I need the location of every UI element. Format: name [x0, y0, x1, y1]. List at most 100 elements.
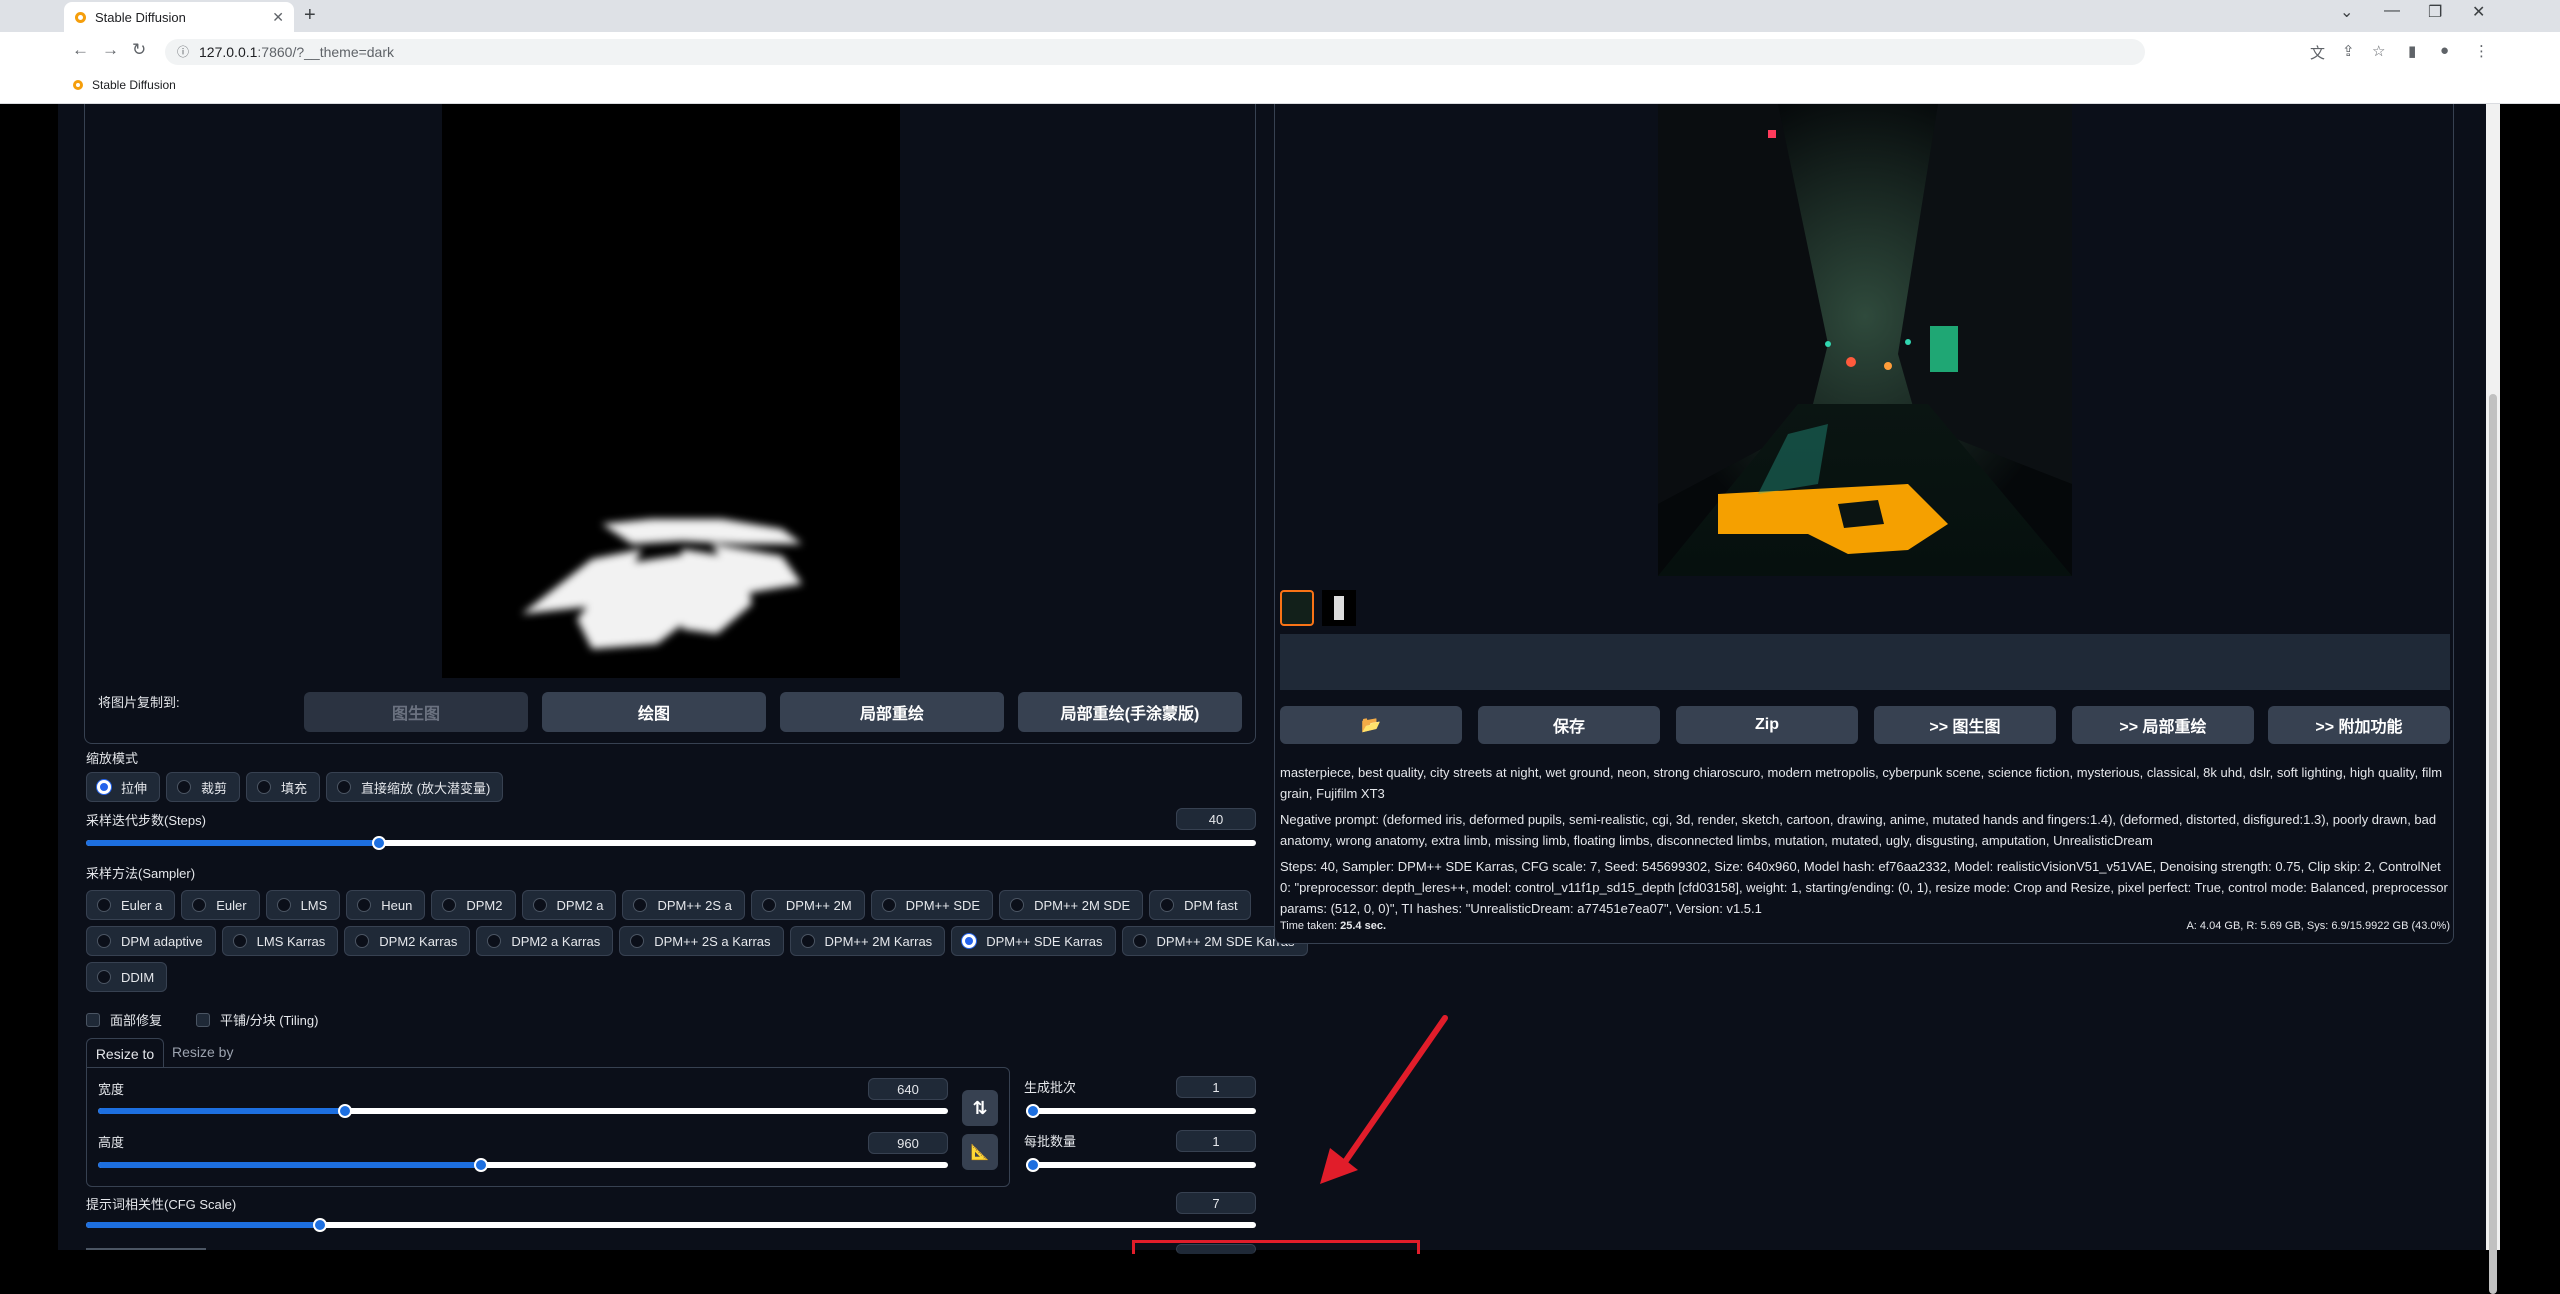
- back-icon[interactable]: ←: [72, 40, 89, 60]
- radio-label: DPM++ SDE Karras: [986, 933, 1103, 949]
- sampler-option[interactable]: DPM2 Karras: [344, 926, 471, 956]
- menu-kebab-icon[interactable]: ⋮: [2474, 42, 2489, 60]
- slider-handle[interactable]: [371, 836, 386, 850]
- sampler-option[interactable]: DPM2 a: [521, 890, 617, 920]
- sampler-option[interactable]: DPM++ SDE Karras: [951, 926, 1116, 956]
- sampler-option[interactable]: Euler a: [86, 890, 176, 920]
- open-folder-button[interactable]: 📂: [1280, 706, 1462, 744]
- minimize-icon[interactable]: —: [2384, 2, 2400, 20]
- share-icon[interactable]: ⇪: [2342, 42, 2355, 60]
- sampler-option[interactable]: DPM++ 2M Karras: [789, 926, 946, 956]
- cfg-scale-input[interactable]: 7: [1176, 1192, 1256, 1214]
- slider-fill: [98, 1162, 481, 1168]
- slider-handle[interactable]: [1026, 1158, 1040, 1172]
- copy-to-inpaint-button[interactable]: 局部重绘: [780, 692, 1004, 732]
- width-input[interactable]: 640: [868, 1078, 948, 1100]
- save-button[interactable]: 保存: [1478, 706, 1660, 744]
- resize-mode-fill[interactable]: 填充: [246, 772, 321, 802]
- sampler-option[interactable]: DPM++ SDE: [870, 890, 994, 920]
- radio-label: DPM++ 2M: [785, 897, 852, 913]
- slider-handle[interactable]: [473, 1158, 488, 1172]
- tab-resize-by[interactable]: Resize by: [172, 1044, 233, 1062]
- swap-dimensions-icon[interactable]: ⇅: [962, 1090, 998, 1126]
- tab-search-icon[interactable]: ⌄: [2340, 2, 2353, 22]
- tab-close-icon[interactable]: ✕: [272, 9, 284, 26]
- copy-to-inpaint-sketch-button[interactable]: 局部重绘(手涂蒙版): [1018, 692, 1242, 732]
- radio-indicator: [337, 780, 352, 794]
- resize-mode-crop[interactable]: 裁剪: [166, 772, 241, 802]
- slider-handle[interactable]: [313, 1218, 327, 1232]
- sampler-option[interactable]: Euler: [181, 890, 260, 920]
- browser-tab[interactable]: Stable Diffusion ✕: [64, 2, 294, 32]
- tab-resize-to[interactable]: Resize to: [86, 1038, 164, 1068]
- site-info-icon[interactable]: ⓘ: [177, 42, 189, 63]
- depth-thumbnail-image: [1322, 590, 1356, 626]
- sampler-option[interactable]: DPM++ 2S a Karras: [619, 926, 784, 956]
- bookmark-star-icon[interactable]: ☆: [2372, 42, 2385, 60]
- zip-button[interactable]: Zip: [1676, 706, 1858, 744]
- sampler-row-3: DDIM: [86, 962, 168, 992]
- radio-indicator: [357, 898, 372, 912]
- radio-label: DPM++ 2S a Karras: [654, 933, 771, 949]
- batch-count-input[interactable]: 1: [1176, 1076, 1256, 1098]
- radio-label: 拉伸: [121, 780, 148, 796]
- radio-label: LMS Karras: [256, 933, 326, 949]
- checkbox-box[interactable]: [196, 1012, 210, 1027]
- address-bar[interactable]: ⓘ 127.0.0.1:7860/?__theme=dark: [165, 39, 2145, 65]
- sampler-option[interactable]: DPM2 a Karras: [476, 926, 614, 956]
- sampler-option[interactable]: DPM fast: [1149, 890, 1251, 920]
- sampler-option[interactable]: DPM++ 2M: [750, 890, 865, 920]
- new-tab-icon[interactable]: +: [304, 4, 316, 27]
- copy-to-sketch-button[interactable]: 绘图: [542, 692, 766, 732]
- bookmark-stable-diffusion[interactable]: Stable Diffusion: [72, 78, 176, 92]
- url-host: 127.0.0.1: [199, 44, 258, 60]
- page-scrollbar[interactable]: [2486, 104, 2500, 1294]
- height-input[interactable]: 960: [868, 1132, 948, 1154]
- slider-handle[interactable]: [337, 1104, 352, 1118]
- radio-indicator: [442, 898, 457, 912]
- radio-indicator: [276, 898, 291, 912]
- stable-diffusion-favicon-icon: [75, 11, 86, 23]
- profile-avatar-icon[interactable]: ●: [2440, 42, 2449, 59]
- time-taken-label: Time taken:: [1280, 920, 1338, 932]
- batch-size-input[interactable]: 1: [1176, 1130, 1256, 1152]
- close-window-icon[interactable]: ✕: [2472, 2, 2485, 22]
- radio-label: LMS: [300, 897, 328, 913]
- forward-icon[interactable]: →: [102, 40, 119, 60]
- restore-icon[interactable]: ❐: [2428, 2, 2442, 22]
- slider-handle[interactable]: [1026, 1104, 1040, 1118]
- steps-input[interactable]: 40: [1176, 808, 1256, 830]
- send-to-inpaint-button[interactable]: >> 局部重绘: [2072, 706, 2254, 744]
- sampler-option[interactable]: LMS: [265, 890, 341, 920]
- send-to-extras-button[interactable]: >> 附加功能: [2268, 706, 2450, 744]
- side-panel-icon[interactable]: ▮: [2408, 42, 2416, 60]
- sampler-option[interactable]: LMS Karras: [221, 926, 339, 956]
- sampler-option[interactable]: Heun: [346, 890, 426, 920]
- sampler-option[interactable]: DPM++ 2M SDE: [999, 890, 1144, 920]
- resize-mode-stretch[interactable]: 拉伸: [86, 772, 161, 802]
- sampler-option[interactable]: DPM adaptive: [86, 926, 216, 956]
- aspect-ratio-icon[interactable]: 📐: [962, 1134, 998, 1170]
- browser-tab-strip: [0, 0, 2560, 32]
- send-to-img2img-button[interactable]: >> 图生图: [1874, 706, 2056, 744]
- face-restore-checkbox[interactable]: 面部修复: [86, 1010, 162, 1029]
- width-label: 宽度: [98, 1082, 125, 1097]
- tiling-checkbox[interactable]: 平铺/分块 (Tiling): [196, 1010, 318, 1029]
- sampler-option[interactable]: DDIM: [86, 962, 168, 992]
- sampler-option[interactable]: DPM++ 2S a: [622, 890, 745, 920]
- gallery-thumbnail-2[interactable]: [1322, 590, 1356, 626]
- gallery-thumbnail-1[interactable]: [1280, 590, 1314, 626]
- translate-icon[interactable]: 文: [2310, 42, 2325, 63]
- radio-label: DPM2 Karras: [379, 933, 458, 949]
- reload-icon[interactable]: ↻: [132, 40, 146, 60]
- scrollbar-thumb[interactable]: [2489, 394, 2497, 1294]
- generated-image[interactable]: [1658, 104, 2072, 576]
- checkbox-box[interactable]: [86, 1012, 100, 1027]
- copy-to-img2img-button[interactable]: 图生图: [304, 692, 528, 732]
- sampler-row-1: Euler a Euler LMS Heun DPM2 DPM2 a DPM++ 2S a D…: [86, 890, 1251, 920]
- sampler-option[interactable]: DPM2: [431, 890, 516, 920]
- resize-mode-latent[interactable]: 直接缩放 (放大潜变量): [326, 772, 504, 802]
- radio-label: Euler: [216, 897, 247, 913]
- prompt-text: masterpiece, best quality, city streets …: [1280, 765, 2443, 801]
- depth-map-shape: [522, 519, 802, 649]
